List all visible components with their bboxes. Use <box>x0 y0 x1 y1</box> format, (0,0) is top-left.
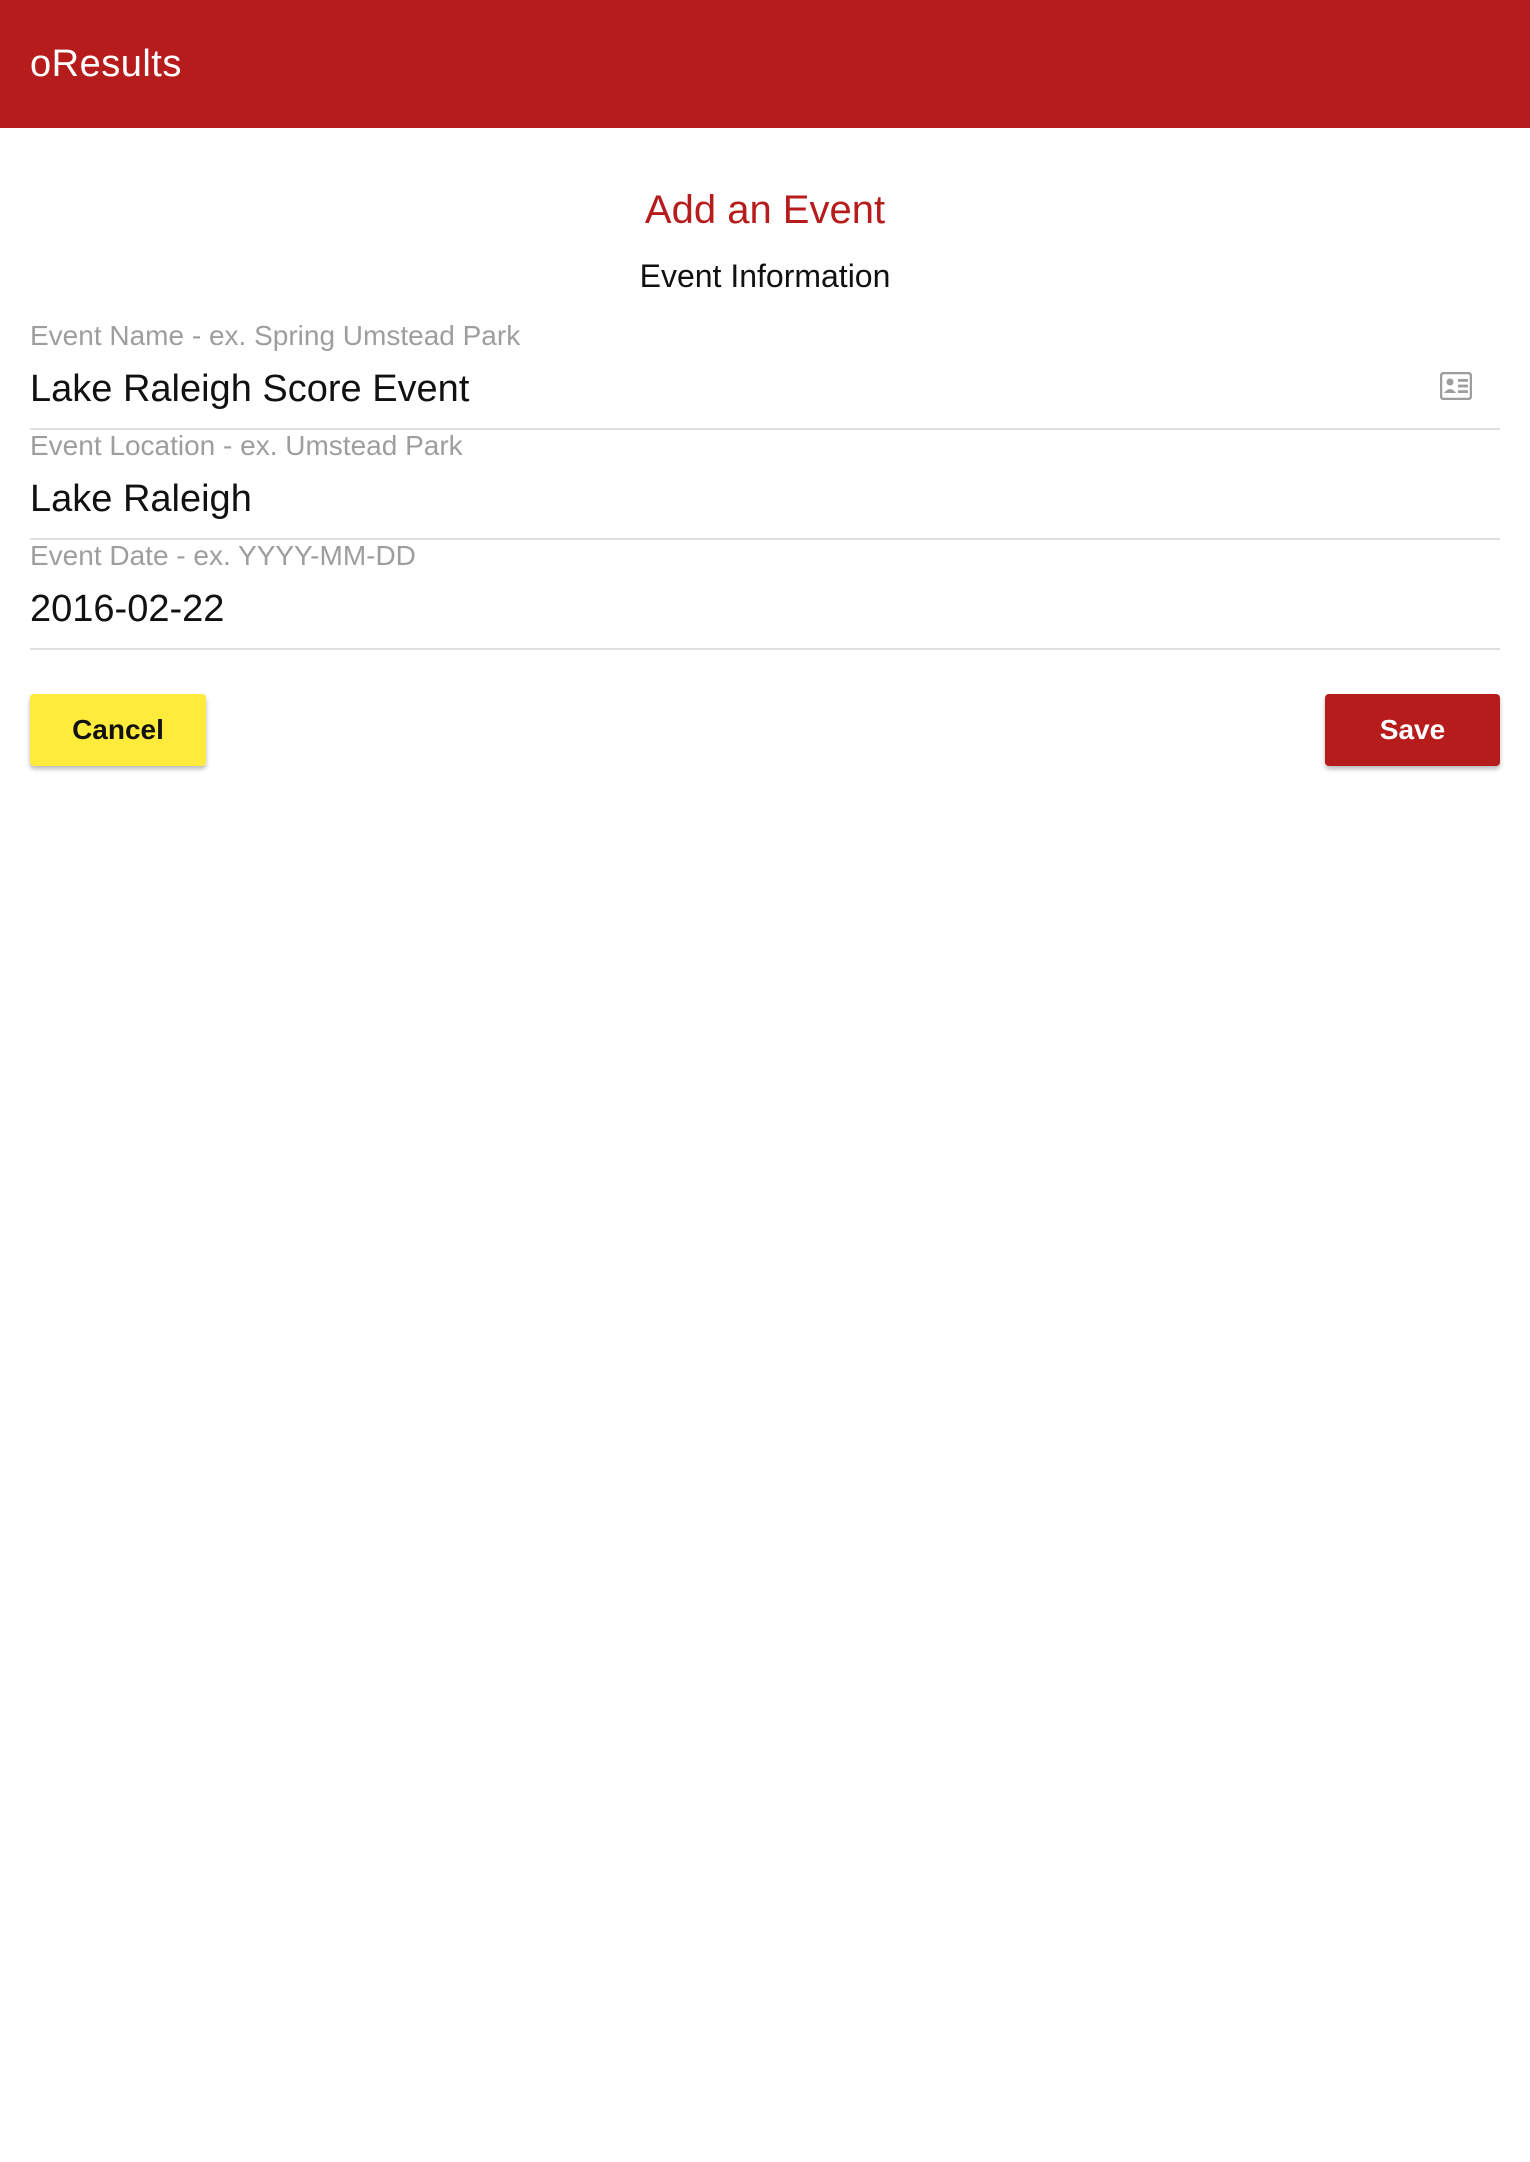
section-title: Event Information <box>639 258 891 294</box>
event-location-field[interactable]: Event Location - ex. Umstead Park Lake R… <box>30 428 1500 540</box>
page: oResults Add an Event Event Information … <box>0 0 1530 2162</box>
app-title: oResults <box>30 43 182 85</box>
event-date-field[interactable]: Event Date - ex. YYYY-MM-DD 2016-02-22 <box>30 538 1500 650</box>
event-location-label: Event Location - ex. Umstead Park <box>30 430 463 461</box>
contact-card-icon[interactable] <box>1440 372 1472 400</box>
event-location-input[interactable]: Lake Raleigh <box>30 474 1430 524</box>
page-title: Add an Event <box>644 188 886 232</box>
event-name-field[interactable]: Event Name - ex. Spring Umstead Park Lak… <box>30 318 1500 430</box>
save-button[interactable]: Save <box>1325 694 1500 766</box>
event-name-label: Event Name - ex. Spring Umstead Park <box>30 320 521 351</box>
event-date-input[interactable]: 2016-02-22 <box>30 584 1430 634</box>
event-name-input[interactable]: Lake Raleigh Score Event <box>30 364 1430 414</box>
event-date-label: Event Date - ex. YYYY-MM-DD <box>30 540 416 571</box>
app-bar: oResults <box>0 0 1530 128</box>
cancel-button[interactable]: Cancel <box>30 694 206 766</box>
